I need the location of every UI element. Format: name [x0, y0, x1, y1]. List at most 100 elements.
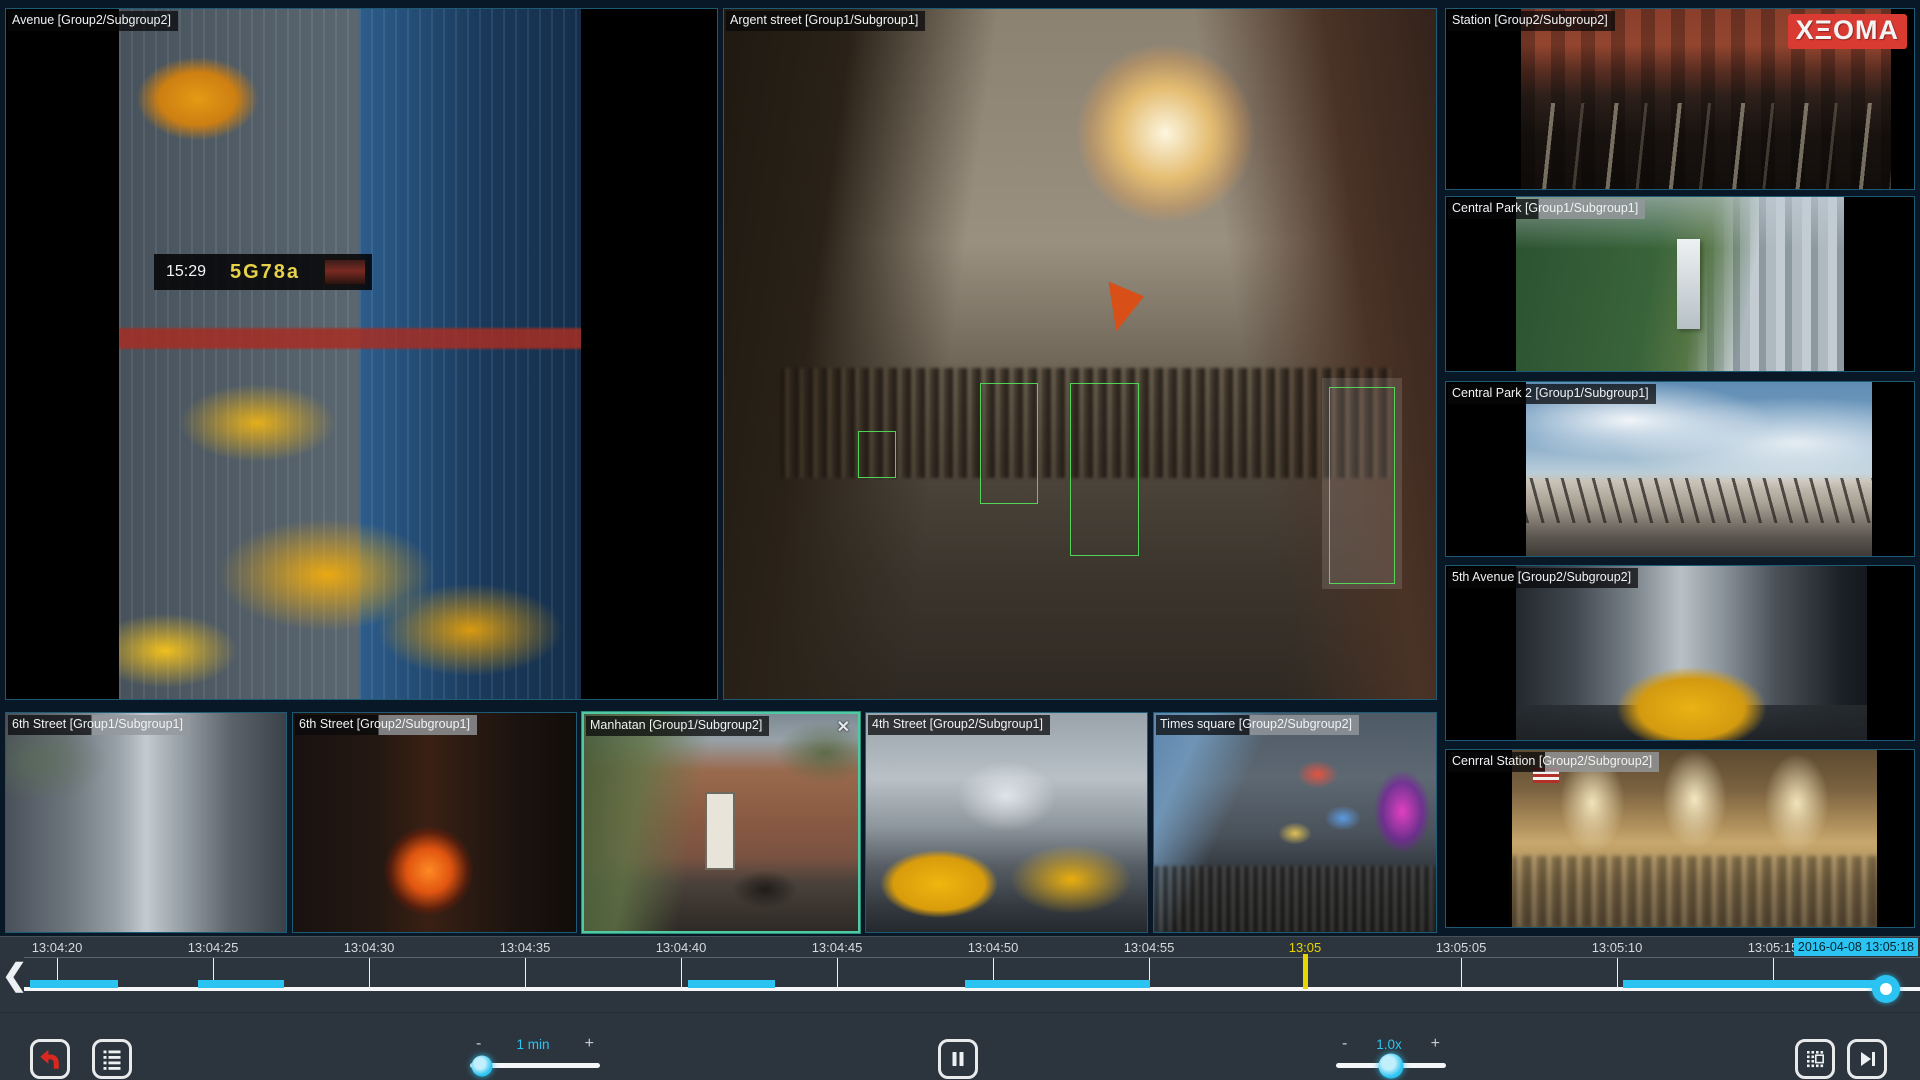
timeline-tick-label: 13:05:15 — [1747, 940, 1799, 955]
camera-label-cenrral-station: Cenrral Station [Group2/Subgroup2] — [1448, 752, 1660, 772]
timeline-current-datetime: 2016-04-08 13:05:18 — [1793, 938, 1918, 956]
exit-playback-button[interactable] — [30, 1039, 70, 1079]
detection-box — [1329, 387, 1395, 585]
camera-video-central-park — [1516, 197, 1844, 371]
storefront-door — [704, 792, 735, 871]
interval-slider-group: - 1 min + — [470, 1035, 600, 1076]
interval-increase-button[interactable]: + — [585, 1036, 594, 1052]
camera-label-times-square: Times square [Group2/Subgroup2] — [1156, 715, 1360, 735]
camera-label-argent-street: Argent street [Group1/Subgroup1] — [726, 11, 926, 31]
camera-video-times-square — [1154, 713, 1436, 932]
grid-view-icon — [1807, 1051, 1825, 1068]
speed-slider-knob[interactable] — [1378, 1053, 1404, 1078]
timeline-tick-label: 13:04:20 — [31, 940, 83, 955]
xeoma-player-window: 15:29 5G78a Avenue [Group2/Subgroup2] Ar… — [0, 0, 1920, 1080]
camera-label-6th-street-1: 6th Street [Group1/Subgroup1] — [8, 715, 190, 735]
speed-slider[interactable] — [1336, 1053, 1446, 1078]
timeline-tick-label: 13:04:50 — [967, 940, 1019, 955]
interval-decrease-button[interactable]: - — [476, 1036, 481, 1052]
archive-list-button[interactable] — [92, 1039, 132, 1079]
interval-value: 1 min — [516, 1036, 550, 1052]
camera-tile-6th-street-1[interactable]: 6th Street [Group1/Subgroup1] — [5, 712, 287, 933]
timeline-tick-label: 13:05:05 — [1435, 940, 1487, 955]
timeline-tick-line — [837, 958, 838, 989]
timeline-recorded-segment[interactable] — [688, 980, 775, 988]
speed-value: 1.0x — [1376, 1036, 1402, 1052]
interval-slider[interactable] — [470, 1055, 600, 1076]
timeline-tick-line — [1617, 958, 1618, 989]
timeline-tick-line — [1461, 958, 1462, 989]
detection-box — [1070, 382, 1140, 557]
camera-label-manhatan: Manhatan [Group1/Subgroup2] — [586, 716, 770, 736]
return-arrow-icon — [40, 1049, 59, 1069]
camera-label-central-park: Central Park [Group1/Subgroup1] — [1448, 199, 1646, 219]
camera-label-4th-street: 4th Street [Group2/Subgroup1] — [868, 715, 1050, 735]
grid-view-button[interactable] — [1795, 1039, 1835, 1079]
plate-timestamp: 15:29 — [166, 263, 207, 280]
timeline-handle-dot — [1880, 983, 1892, 995]
skip-to-end-button[interactable] — [1847, 1039, 1887, 1079]
camera-tile-cenrral-station[interactable]: Cenrral Station [Group2/Subgroup2] — [1445, 749, 1915, 928]
timeline-playback-cursor — [1303, 954, 1308, 989]
timeline-tick-line — [681, 958, 682, 989]
camera-tile-central-park[interactable]: Central Park [Group1/Subgroup1] — [1445, 196, 1915, 372]
interval-slider-knob[interactable] — [471, 1055, 493, 1076]
camera-video-argent-street — [724, 9, 1436, 699]
timeline-tick-label: 13:05:10 — [1591, 940, 1643, 955]
speed-increase-button[interactable]: + — [1431, 1036, 1440, 1052]
camera-tile-central-park-2[interactable]: Central Park 2 [Group1/Subgroup1] — [1445, 381, 1915, 557]
speed-slider-group: - 1.0x + — [1336, 1035, 1446, 1078]
railway-tracks — [1520, 102, 1891, 189]
camera-tile-avenue[interactable]: 15:29 5G78a Avenue [Group2/Subgroup2] — [5, 8, 718, 700]
detection-box — [857, 430, 896, 479]
timeline-tick-line — [525, 958, 526, 989]
camera-video-4th-street — [866, 713, 1147, 932]
playback-control-bar: - 1 min + - 1.0x + — [0, 1012, 1920, 1080]
detection-box — [980, 382, 1038, 504]
camera-tile-6th-street-2[interactable]: 6th Street [Group2/Subgroup1] — [292, 712, 577, 933]
camera-label-avenue: Avenue [Group2/Subgroup2] — [8, 11, 178, 31]
timeline-recorded-segment[interactable] — [198, 980, 284, 988]
bridge-railing — [1525, 477, 1872, 523]
camera-grid: 15:29 5G78a Avenue [Group2/Subgroup2] Ar… — [0, 0, 1920, 936]
camera-tile-times-square[interactable]: Times square [Group2/Subgroup2] — [1153, 712, 1437, 933]
timeline-tick-line — [369, 958, 370, 989]
timeline-recorded-segment[interactable] — [1623, 980, 1886, 988]
camera-tile-4th-street[interactable]: 4th Street [Group2/Subgroup1] — [865, 712, 1148, 933]
timeline-recorded-segment[interactable] — [965, 980, 1150, 988]
chevron-left-icon[interactable]: ❮ — [2, 959, 28, 993]
skyscraper — [1676, 238, 1700, 330]
license-plate-overlay: 15:29 5G78a — [154, 254, 372, 290]
pause-button[interactable] — [938, 1039, 978, 1079]
timeline-position-handle[interactable] — [1872, 975, 1900, 1003]
timeline-tick-label: 13:04:30 — [343, 940, 395, 955]
camera-video-manhatan — [584, 714, 858, 931]
close-icon[interactable]: ✕ — [837, 717, 850, 737]
camera-label-station: Station [Group2/Subgroup2] — [1448, 11, 1615, 31]
timeline-current-tick-label: 13:05 — [1288, 940, 1322, 955]
camera-video-5th-avenue — [1516, 566, 1868, 740]
timeline-recorded-segment[interactable] — [30, 980, 118, 988]
timeline[interactable]: 13:04:20 13:04:25 13:04:30 13:04:35 13:04:40… — [0, 936, 1920, 1012]
bicycle — [731, 870, 798, 910]
camera-video-cenrral-station — [1511, 750, 1877, 927]
camera-tile-5th-avenue[interactable]: 5th Avenue [Group2/Subgroup2] — [1445, 565, 1915, 741]
timeline-tick-label: 13:04:40 — [655, 940, 707, 955]
timeline-separator — [24, 957, 1920, 958]
camera-label-5th-avenue: 5th Avenue [Group2/Subgroup2] — [1448, 568, 1639, 588]
plate-number: 5G78a — [229, 260, 301, 283]
crowd-region — [1154, 866, 1436, 932]
timeline-tick-label: 13:04:35 — [499, 940, 551, 955]
camera-tile-manhatan-selected[interactable]: ✕ Manhatan [Group1/Subgroup2] — [582, 712, 860, 933]
camera-label-central-park-2: Central Park 2 [Group1/Subgroup1] — [1448, 384, 1656, 404]
camera-video-6th-street-1 — [6, 713, 286, 932]
xeoma-logo: XΞOMA — [1787, 14, 1907, 49]
timeline-tick-label: 13:04:25 — [187, 940, 239, 955]
speed-decrease-button[interactable]: - — [1342, 1036, 1347, 1052]
pause-icon — [952, 1052, 964, 1066]
timeline-tick-label: 13:04:45 — [811, 940, 863, 955]
camera-video-6th-street-2 — [293, 713, 576, 932]
archive-list-icon — [103, 1050, 121, 1070]
camera-tile-argent-street[interactable]: Argent street [Group1/Subgroup1] — [723, 8, 1437, 700]
timeline-tick-label: 13:04:55 — [1123, 940, 1175, 955]
